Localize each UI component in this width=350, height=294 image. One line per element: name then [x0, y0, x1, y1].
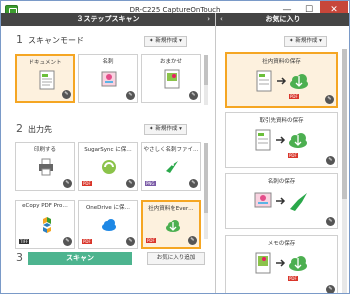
card-label: 社内資料をEver…	[148, 206, 194, 212]
new-scan-mode-button[interactable]: ✦ 新規作成 ▾	[144, 36, 187, 47]
step2-number: 2	[16, 122, 23, 135]
output-scrollbar[interactable]	[204, 143, 208, 239]
edit-pencil-icon[interactable]: ✎	[325, 95, 334, 104]
three-step-scan-panel: ３ステップスキャン › 1 スキャンモード ✦ 新規作成 ▾ ドキュメント ✎ …	[1, 13, 215, 293]
favorites-panel: ‹ お気に入り ✦ 新規作成 ▾ 社内資料の保存 PDF ✎ 取引先資料の保存 …	[215, 13, 349, 293]
card-label: SugarSync に保…	[84, 147, 132, 153]
favorite-card-client-docs[interactable]: 取引先資料の保存 PDF ✎	[225, 112, 338, 168]
output-card-easy-meishi[interactable]: やさしく名刺ファイ… PNG ✎	[141, 142, 201, 191]
edit-pencil-icon[interactable]: ✎	[188, 236, 197, 245]
favorite-card-business-cards[interactable]: 名刺の保存 ✎	[225, 173, 338, 229]
output-card-evernote[interactable]: 社内資料をEver… PDF ✎	[141, 200, 201, 249]
edit-pencil-icon[interactable]: ✎	[326, 217, 335, 226]
favorite-card-internal-docs[interactable]: 社内資料の保存 PDF ✎	[225, 52, 338, 108]
output-card-print[interactable]: 印刷する ✎	[15, 142, 75, 191]
card-label: 名刺	[102, 59, 114, 65]
scan-mode-card-auto[interactable]: おまかせ ✎	[141, 54, 201, 103]
output-card-sugarsync[interactable]: SugarSync に保… PDF ✎	[78, 142, 138, 191]
edit-pencil-icon[interactable]: ✎	[126, 91, 135, 100]
edit-pencil-icon[interactable]: ✎	[126, 179, 135, 188]
new-output-button[interactable]: ✦ 新規作成 ▾	[144, 124, 187, 135]
step1-number: 1	[16, 33, 23, 46]
photo-to-cloud-icon	[255, 252, 307, 274]
step3-number: 3	[16, 251, 23, 264]
three-step-scan-title: ３ステップスキャン	[76, 15, 140, 23]
pdf-badge: PDF	[146, 238, 156, 243]
scan-button[interactable]: スキャン	[28, 252, 132, 265]
pdf-badge: PDF	[289, 94, 299, 99]
chevron-right-icon[interactable]: ›	[207, 13, 210, 26]
new-favorite-button[interactable]: ✦ 新規作成 ▾	[284, 36, 327, 47]
scan-mode-scrollbar[interactable]	[204, 55, 208, 105]
favorite-label: 取引先資料の保存	[259, 118, 304, 124]
favorite-label: 名刺の保存	[267, 179, 296, 185]
favorites-header: ‹ お気に入り	[216, 13, 349, 26]
card-to-hummingbird-icon	[254, 192, 307, 211]
tiff-badge: TIFF	[19, 239, 30, 244]
evernote-cloud-icon	[166, 220, 180, 232]
chevron-left-icon[interactable]: ‹	[220, 13, 223, 26]
edit-pencil-icon[interactable]: ✎	[326, 285, 335, 293]
card-label: おまかせ	[159, 59, 182, 65]
card-label: OneDrive に保…	[85, 205, 131, 211]
pdf-badge: PDF	[82, 239, 92, 244]
three-step-scan-header: ３ステップスキャン ›	[1, 13, 215, 26]
pdf-badge: PDF	[288, 153, 298, 158]
document-to-cloud-icon	[256, 70, 308, 92]
favorite-label: 社内資料の保存	[262, 59, 301, 65]
document-to-cloud-icon	[255, 129, 307, 151]
scrollbar-thumb[interactable]	[342, 49, 347, 199]
png-badge: PNG	[145, 181, 156, 186]
card-label: ドキュメント	[28, 60, 62, 66]
app-window: DR-C225 CaptureOnTouch — ☐ ✕ ３ステップスキャン ›…	[0, 0, 350, 294]
favorite-card-memo[interactable]: メモの保存 PDF ✎	[225, 235, 338, 293]
scan-mode-card-business-card[interactable]: 名刺 ✎	[78, 54, 138, 103]
favorites-scrollbar[interactable]	[342, 49, 347, 293]
scrollbar-thumb[interactable]	[204, 55, 208, 85]
business-card-icon	[101, 71, 117, 87]
edit-pencil-icon[interactable]: ✎	[189, 179, 198, 188]
hummingbird-icon	[166, 161, 178, 173]
printer-icon	[39, 158, 53, 176]
favorites-title: お気に入り	[265, 15, 301, 23]
edit-pencil-icon[interactable]: ✎	[189, 91, 198, 100]
pdf-badge: PDF	[288, 276, 298, 281]
scan-mode-title: スキャンモード	[28, 36, 84, 45]
edit-pencil-icon[interactable]: ✎	[63, 179, 72, 188]
ecopy-icon	[43, 217, 51, 233]
favorite-label: メモの保存	[267, 241, 296, 247]
pdf-badge: PDF	[82, 181, 92, 186]
scan-mode-card-document[interactable]: ドキュメント ✎	[15, 54, 75, 103]
sugarsync-icon	[102, 160, 116, 174]
card-label: やさしく名刺ファイ…	[143, 147, 199, 153]
card-label: 印刷する	[33, 147, 56, 153]
output-card-onedrive[interactable]: OneDrive に保… PDF ✎	[78, 200, 138, 249]
edit-pencil-icon[interactable]: ✎	[126, 237, 135, 246]
edit-pencil-icon[interactable]: ✎	[63, 237, 72, 246]
output-card-ecopy[interactable]: eCopy PDF Pro… TIFF ✎	[15, 200, 75, 249]
edit-pencil-icon[interactable]: ✎	[62, 90, 71, 99]
edit-pencil-icon[interactable]: ✎	[326, 156, 335, 165]
photo-document-icon	[164, 69, 180, 89]
output-destination-title: 出力先	[28, 125, 52, 134]
add-to-favorites-button[interactable]: お気に入り追加	[147, 252, 205, 265]
scrollbar-thumb[interactable]	[204, 143, 208, 213]
document-icon	[39, 70, 55, 90]
card-label: eCopy PDF Pro…	[22, 203, 68, 209]
cloud-icon	[102, 219, 116, 231]
